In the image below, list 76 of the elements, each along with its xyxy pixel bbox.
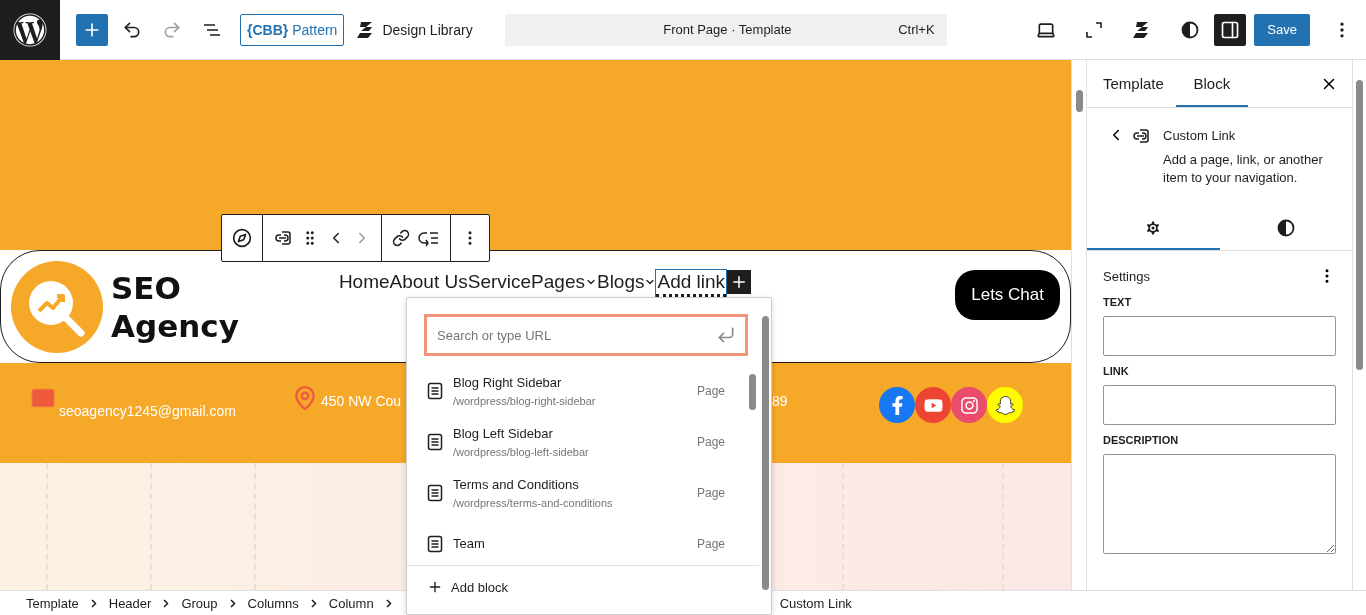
contrast-icon [1275, 217, 1296, 238]
canvas-scrollbar[interactable] [1071, 60, 1086, 590]
block-title: Custom Link [1163, 128, 1237, 143]
result-url: /wordpress/blog-right-sidebar [453, 394, 597, 407]
contact-text: 89 [772, 393, 788, 409]
sidebar-tab[interactable]: Block [1175, 60, 1248, 107]
sidebar-toggle-button[interactable] [1214, 13, 1247, 46]
search-result[interactable]: Team Page [407, 517, 745, 566]
breadcrumb-link[interactable]: Template [26, 595, 79, 611]
result-type: Page [696, 485, 725, 500]
breadcrumb-link[interactable]: Column [328, 595, 374, 611]
result-title: Blog Right Sidebar [453, 374, 563, 390]
field-label: DESCRIPTION [1103, 434, 1180, 446]
result-url: /wordpress/terms-and-conditions [453, 496, 614, 509]
section-title: Settings [1103, 268, 1150, 284]
breadcrumb-link[interactable]: Header [108, 595, 152, 611]
result-type: Page [696, 536, 725, 551]
logo-icon [11, 260, 103, 353]
social-icon[interactable] [879, 387, 915, 423]
input-field[interactable] [1103, 316, 1336, 356]
add-block-button[interactable]: Add block [407, 565, 759, 608]
nav-link[interactable]: Blogs [596, 270, 657, 297]
enter-icon[interactable] [716, 325, 736, 345]
sidebar-panel-icon [1220, 19, 1241, 40]
command-bar[interactable]: Front Page · Template Ctrl+K [504, 13, 947, 46]
breadcrumb-link[interactable]: Group [181, 595, 218, 611]
page-icon [427, 381, 443, 400]
location-pin-icon [292, 385, 318, 411]
custom-link-icon [1131, 126, 1151, 146]
nav-link[interactable]: Service [467, 270, 532, 297]
social-icon[interactable] [987, 387, 1023, 423]
logo-text: SEO Agency [111, 268, 239, 345]
save-button[interactable]: Save [1254, 13, 1310, 46]
chevron-right-icon [90, 598, 97, 608]
undo-icon [122, 19, 142, 40]
block-description: Add a page, link, or another item to your navigation. [1163, 151, 1324, 187]
page-icon [427, 432, 443, 451]
redo-icon [162, 19, 182, 40]
result-type: Page [696, 434, 725, 449]
add-block-button[interactable] [76, 13, 108, 46]
breadcrumb-link[interactable]: Columns [247, 595, 299, 611]
result-type: Page [696, 383, 725, 398]
breadcrumb-current: Custom Link [779, 595, 852, 611]
wordpress-logo[interactable] [0, 0, 60, 60]
chevron-right-icon [163, 598, 170, 608]
search-field[interactable]: Search or type URL [424, 314, 748, 356]
chevron-right-icon [229, 598, 236, 608]
nav-link[interactable]: Home [338, 270, 390, 297]
field-label: TEXT [1103, 296, 1133, 308]
field-label: LINK [1103, 365, 1130, 377]
result-url: /wordpress/blog-left-sidebar [453, 445, 590, 458]
plus-icon [427, 579, 443, 595]
result-title: Terms and Conditions [453, 476, 580, 492]
contact-text: 450 NW Cou [321, 393, 402, 409]
page-icon [427, 483, 443, 502]
nav-link[interactable]: Pages [531, 270, 597, 297]
input-field[interactable] [1103, 385, 1336, 425]
add-item-button[interactable] [727, 270, 752, 294]
pattern-button[interactable]: {CBB} Pattern [240, 13, 345, 46]
description-field[interactable] [1103, 454, 1336, 554]
sidebar-tab[interactable]: Template [1091, 60, 1176, 107]
result-title: Blog Left Sidebar [453, 425, 554, 441]
sidebar-scrollbar[interactable] [1352, 60, 1366, 590]
chevron-right-icon [385, 598, 392, 608]
search-result[interactable]: Terms and Conditions /wordpress/terms-and-conditions Page [407, 466, 745, 517]
lets-chat-button[interactable]: Lets Chat [955, 269, 1060, 320]
page-icon [427, 534, 443, 553]
chevron-right-icon [310, 598, 317, 608]
social-icon[interactable] [915, 387, 951, 423]
nav-link[interactable]: About Us [389, 270, 468, 297]
result-title: Team [453, 536, 486, 551]
search-result[interactable]: Blog Left Sidebar /wordpress/blog-left-sidebar Page [407, 415, 745, 466]
social-icon[interactable] [951, 387, 987, 423]
contact-text: seoagency1245@gmail.com [59, 403, 236, 419]
search-result[interactable]: Blog Right Sidebar /wordpress/blog-right-sidebar Page [407, 364, 745, 415]
design-library-button[interactable]: Design Library [350, 13, 479, 46]
